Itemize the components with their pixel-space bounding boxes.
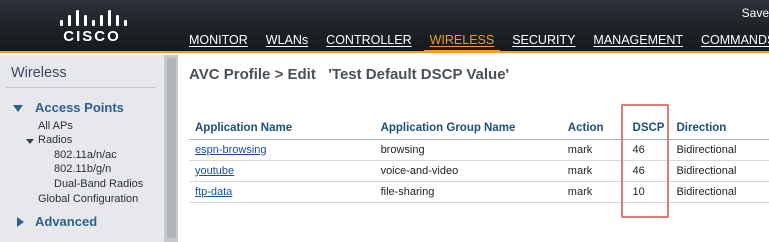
action-cell: mark [561,160,625,182]
sidebar-section-access-points[interactable]: Access Points [35,100,124,115]
nav-management[interactable]: MANAGEMENT [593,33,683,53]
sidebar-item-radio-b[interactable]: 802.11b/g/n [54,163,111,175]
sidebar-scrollbar[interactable] [165,55,178,242]
application-group-cell: file-sharing [374,181,562,203]
sidebar-section-advanced[interactable]: Advanced [35,214,97,229]
save-configuration-link[interactable]: Save [742,6,769,20]
sidebar-item-global-configuration[interactable]: Global Configuration [38,193,138,205]
column-header-application-name: Application Name [189,118,375,140]
expand-right-icon[interactable] [17,217,24,227]
column-header-direction: Direction [670,118,769,140]
top-header: CISCO Save MONITOR WLANs CONTROLLER WIRELES… [0,0,769,53]
sidebar-item-radio-a[interactable]: 802.11a/n/ac [54,149,117,161]
action-cell: mark [561,139,625,161]
table-row: espn-browsing browsing mark 46 Bidirecti… [189,139,769,161]
sidebar-item-dual-band[interactable]: Dual-Band Radios [54,178,143,190]
cisco-wordmark: CISCO [63,28,121,45]
action-cell: mark [561,181,625,203]
application-link[interactable]: ftp-data [189,181,375,203]
expand-down-icon[interactable] [13,105,23,112]
column-header-action: Action [561,118,625,140]
nav-commands[interactable]: COMMANDS [701,33,769,53]
table-row: youtube voice-and-video mark 46 Bidirect… [189,160,769,182]
application-link[interactable]: espn-browsing [189,139,375,161]
direction-cell: Bidirectional [670,160,769,182]
expand-down-small-icon[interactable] [26,139,34,144]
sidebar: Wireless Access Points All APs Radios 80… [0,55,165,242]
main-nav: MONITOR WLANs CONTROLLER WIRELESS SECURITY MA… [189,31,769,53]
application-link[interactable]: youtube [189,160,375,182]
nav-security[interactable]: SECURITY [512,33,575,53]
column-header-application-group: Application Group Name [374,118,562,140]
nav-wireless[interactable]: WIRELESS [423,33,501,53]
table-row: ftp-data file-sharing mark 10 Bidirectio… [189,181,769,203]
sidebar-title: Wireless [11,65,67,81]
sidebar-divider [6,87,156,88]
scrollbar-thumb[interactable] [167,58,176,238]
direction-cell: Bidirectional [670,181,769,203]
table-header-row: Application Name Application Group Name … [189,118,769,140]
direction-cell: Bidirectional [670,139,769,161]
nav-monitor[interactable]: MONITOR [189,33,248,53]
dscp-column-highlight-box [621,104,669,218]
application-group-cell: voice-and-video [374,160,562,182]
cisco-logo: CISCO [52,6,132,48]
page-title: AVC Profile > Edit 'Test Default DSCP Va… [189,66,510,83]
application-group-cell: browsing [374,139,562,161]
sidebar-item-all-aps[interactable]: All APs [38,120,73,132]
nav-wlans[interactable]: WLANs [266,33,308,53]
avc-applications-table: Application Name Application Group Name … [189,118,769,203]
cisco-logo-bars-icon [56,6,128,26]
nav-controller[interactable]: CONTROLLER [326,33,411,53]
sidebar-item-radios[interactable]: Radios [38,134,72,146]
